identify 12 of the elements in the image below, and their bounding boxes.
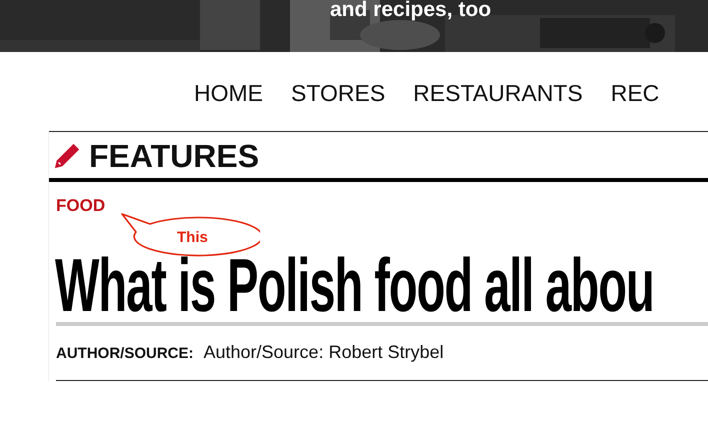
author-value: Author/Source: Robert Strybel	[204, 342, 444, 363]
banner-tagline: and recipes, too	[330, 0, 492, 22]
category-link[interactable]: FOOD	[56, 196, 106, 216]
section-title: FEATURES	[89, 138, 260, 174]
article-headline: What is Polish food all abou	[55, 250, 654, 320]
nav-link[interactable]: STORES	[291, 78, 386, 116]
callout-text: This	[177, 229, 208, 247]
author-label: AUTHOR/SOURCE:	[56, 345, 194, 362]
nav-link[interactable]: RESTAURANTS	[413, 78, 583, 116]
pencil-icon	[53, 142, 81, 170]
nav-link[interactable]: HOME	[194, 78, 263, 116]
nav-link[interactable]: REC	[610, 78, 660, 116]
